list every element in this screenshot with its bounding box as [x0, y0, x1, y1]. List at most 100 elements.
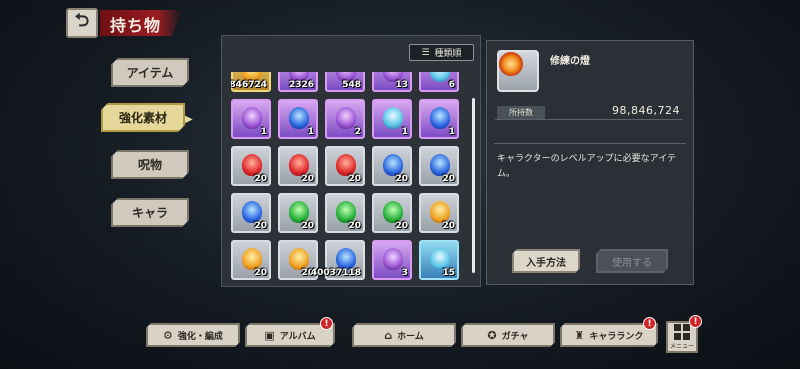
item-slot[interactable]: 20: [231, 240, 271, 280]
orb-icon: [336, 248, 356, 270]
item-count: 3: [401, 268, 408, 278]
item-slot[interactable]: 20: [325, 193, 365, 233]
item-slot[interactable]: 2326: [278, 72, 318, 92]
grid-scrollbar[interactable]: [472, 98, 475, 273]
item-slot[interactable]: 20: [278, 146, 318, 186]
item-count: 20: [348, 174, 361, 184]
item-count: 20: [301, 174, 314, 184]
item-slot[interactable]: 20: [325, 146, 365, 186]
item-slot[interactable]: 3: [372, 240, 412, 280]
page-title: 持ち物: [110, 16, 162, 35]
notification-badge: !: [689, 315, 702, 328]
item-count: 20: [442, 174, 455, 184]
crystal-icon: [242, 107, 262, 129]
flame-icon: [289, 248, 309, 270]
orb-icon: [430, 72, 450, 82]
scroll-icon: [383, 248, 403, 270]
item-slot[interactable]: 20: [419, 146, 459, 186]
tab-cursed-objects[interactable]: 呪物: [111, 150, 189, 179]
item-count: 1: [401, 127, 408, 137]
item-description: キャラクターのレベルアップに必要なアイテム。: [497, 154, 677, 179]
item-count: 2: [354, 127, 361, 137]
item-count: 20: [442, 221, 455, 231]
item-count: 98846724: [231, 80, 267, 90]
selected-item-icon: [497, 50, 539, 92]
menu-grid-icon: [674, 324, 690, 340]
item-count: 15: [442, 268, 455, 278]
tab-items[interactable]: アイテム: [111, 58, 189, 87]
owned-label: 所持数: [497, 106, 545, 119]
item-slot[interactable]: 20: [372, 193, 412, 233]
item-count: 20: [254, 221, 267, 231]
flame-icon: [383, 154, 403, 176]
flame-icon: [430, 201, 450, 223]
item-slot[interactable]: 13: [372, 72, 412, 92]
item-count: 20: [348, 221, 361, 231]
back-button[interactable]: ⮌: [66, 8, 98, 38]
tab-enhance-materials[interactable]: 強化素材: [101, 103, 185, 132]
item-count: 1: [260, 127, 267, 137]
item-count: 1: [448, 127, 455, 137]
active-tab-pointer-icon: ▶: [185, 114, 193, 125]
item-count: 20: [395, 221, 408, 231]
item-slot[interactable]: 2: [325, 99, 365, 139]
item-count: 20: [254, 268, 267, 278]
nav-home[interactable]: ⌂ ホーム: [352, 323, 456, 347]
item-name: 修練の燈: [550, 56, 590, 67]
enhance-icon: ⚙: [163, 328, 173, 342]
item-slot[interactable]: 548: [325, 72, 365, 92]
item-slot[interactable]: 1: [278, 99, 318, 139]
item-slot[interactable]: 20: [231, 146, 271, 186]
item-count: 2326: [288, 80, 314, 90]
sort-button[interactable]: ☰ 種類順: [409, 44, 474, 61]
book-icon: [430, 107, 450, 129]
cards-icon: [430, 248, 450, 270]
nav-enhance-formation[interactable]: ⚙ 強化・編成: [146, 323, 240, 347]
item-count: 40037118: [310, 268, 361, 278]
flower-icon: [336, 107, 356, 129]
spirit-icon: [289, 107, 309, 129]
notification-badge: !: [643, 317, 656, 330]
item-count: 548: [342, 80, 361, 90]
item-slot[interactable]: 20: [231, 193, 271, 233]
item-slot[interactable]: 1: [372, 99, 412, 139]
nav-gacha[interactable]: ✪ ガチャ: [461, 323, 555, 347]
item-slot[interactable]: 15: [419, 240, 459, 280]
flame-icon: [336, 201, 356, 223]
gacha-icon: ✪: [487, 328, 497, 342]
return-arrow-icon: ⮌: [74, 10, 90, 31]
item-slot[interactable]: 1: [419, 99, 459, 139]
sphere-icon: [383, 107, 403, 129]
item-grid: 9884672423265481361121120202020202020202…: [231, 72, 459, 280]
flame-icon: [430, 154, 450, 176]
item-slot[interactable]: 20: [278, 193, 318, 233]
use-button[interactable]: 使用する: [596, 249, 668, 273]
item-grid-viewport[interactable]: 9884672423265481361121120202020202020202…: [231, 72, 467, 282]
sort-icon: ☰: [421, 47, 430, 58]
rank-icon: ♜: [574, 328, 585, 342]
item-slot[interactable]: 20: [372, 146, 412, 186]
item-slot[interactable]: 20: [419, 193, 459, 233]
flame-icon: [242, 201, 262, 223]
flame-icon: [336, 154, 356, 176]
how-to-obtain-button[interactable]: 入手方法: [512, 249, 580, 273]
tab-characters[interactable]: キャラ: [111, 198, 189, 227]
notification-badge: !: [320, 317, 333, 330]
item-count: 6: [448, 80, 455, 90]
owned-value: 98,846,724: [612, 104, 680, 117]
flame-icon: [383, 201, 403, 223]
divider: [494, 143, 686, 144]
item-count: 20: [395, 174, 408, 184]
item-count: 13: [395, 80, 408, 90]
item-slot[interactable]: 1: [231, 99, 271, 139]
flame-icon: [242, 154, 262, 176]
item-count: 20: [301, 221, 314, 231]
album-icon: ▣: [264, 328, 275, 342]
item-slot[interactable]: 98846724: [231, 72, 271, 92]
flame-icon: [242, 248, 262, 270]
item-slot[interactable]: 40037118: [311, 240, 365, 280]
home-icon: ⌂: [384, 328, 393, 342]
flame-icon: [289, 201, 309, 223]
item-slot[interactable]: 6: [419, 72, 459, 92]
item-count: 20: [254, 174, 267, 184]
